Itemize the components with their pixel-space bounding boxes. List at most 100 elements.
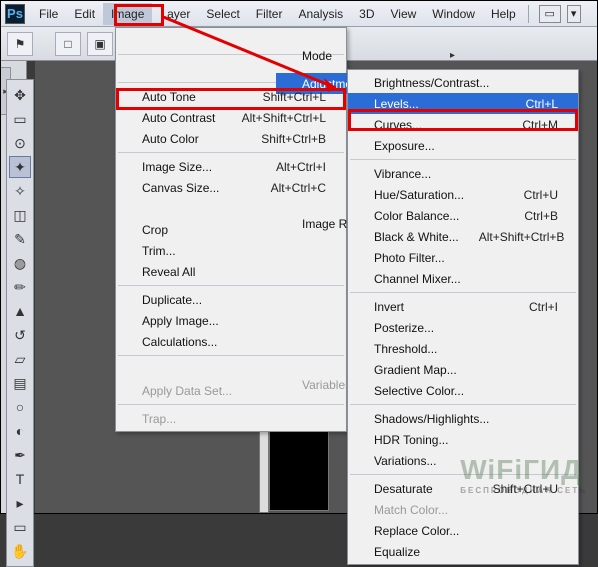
menu-adjustments-black-white[interactable]: Black & White...Alt+Shift+Ctrl+B bbox=[348, 226, 578, 247]
menu-item-shortcut: Ctrl+M bbox=[522, 118, 558, 132]
menu-adjustments-equalize[interactable]: Equalize bbox=[348, 541, 578, 562]
menu-image-auto-color[interactable]: Auto ColorShift+Ctrl+B bbox=[116, 128, 346, 149]
menu-image-trim[interactable]: Trim... bbox=[116, 240, 346, 261]
menu-image-calculations[interactable]: Calculations... bbox=[116, 331, 346, 352]
menu-adjustments-brightness-contrast[interactable]: Brightness/Contrast... bbox=[348, 72, 578, 93]
menubar-item-layer[interactable]: Layer bbox=[152, 3, 198, 25]
menu-item-shortcut: Ctrl+B bbox=[524, 209, 558, 223]
menu-adjustments-vibrance[interactable]: Vibrance... bbox=[348, 163, 578, 184]
menu-item-label: Trap... bbox=[142, 412, 326, 426]
menu-adjustments-selective-color[interactable]: Selective Color... bbox=[348, 380, 578, 401]
menu-adjustments-invert[interactable]: Invert Ctrl+I bbox=[348, 296, 578, 317]
tool-shape[interactable]: ▭ bbox=[9, 516, 31, 538]
tool-marquee[interactable]: ▭ bbox=[9, 108, 31, 130]
menu-adjustments-exposure[interactable]: Exposure... bbox=[348, 135, 578, 156]
menu-item-label: Desaturate bbox=[374, 482, 473, 496]
menu-item-label: Calculations... bbox=[142, 335, 326, 349]
menubar-item-edit[interactable]: Edit bbox=[66, 3, 103, 25]
menu-adjustments-replace-color[interactable]: Replace Color... bbox=[348, 520, 578, 541]
tool-eyedropper[interactable]: ✎ bbox=[9, 228, 31, 250]
tool-brush[interactable]: ✏ bbox=[9, 276, 31, 298]
menu-item-shortcut: Alt+Ctrl+I bbox=[276, 160, 326, 174]
menu-item-shortcut: Ctrl+U bbox=[524, 188, 558, 202]
menu-image-crop[interactable]: Crop bbox=[116, 219, 346, 240]
menu-image-image-size[interactable]: Image Size... Alt+Ctrl+I bbox=[116, 156, 346, 177]
menu-adjustments-curves[interactable]: Curves...Ctrl+M bbox=[348, 114, 578, 135]
app-logo: Ps bbox=[5, 4, 25, 24]
menu-item-label: Selective Color... bbox=[374, 384, 558, 398]
menu-adjustments-levels[interactable]: Levels...Ctrl+L bbox=[348, 93, 578, 114]
menu-item-label: Brightness/Contrast... bbox=[374, 76, 558, 90]
menu-image-trap: Trap... bbox=[116, 408, 346, 429]
menu-image-auto-contrast[interactable]: Auto ContrastAlt+Shift+Ctrl+L bbox=[116, 107, 346, 128]
menu-item-label: Invert bbox=[374, 300, 509, 314]
tool-eraser[interactable]: ▱ bbox=[9, 348, 31, 370]
menu-item-label: Apply Image... bbox=[142, 314, 326, 328]
menu-item-label: Replace Color... bbox=[374, 524, 558, 538]
tool-preset-icon[interactable]: ⚑ bbox=[7, 32, 33, 56]
menubar-item-3d[interactable]: 3D bbox=[351, 3, 382, 25]
tool-move[interactable]: ✥ bbox=[9, 84, 31, 106]
menu-item-label: Threshold... bbox=[374, 342, 558, 356]
menu-item-label: Apply Data Set... bbox=[142, 384, 326, 398]
menu-item-label: Hue/Saturation... bbox=[374, 188, 504, 202]
menu-item-shortcut: Ctrl+L bbox=[526, 97, 558, 111]
menu-item-label: Image Size... bbox=[142, 160, 256, 174]
menu-adjustments-threshold[interactable]: Threshold... bbox=[348, 338, 578, 359]
menu-adjustments-gradient-map[interactable]: Gradient Map... bbox=[348, 359, 578, 380]
tool-blur[interactable]: ○ bbox=[9, 396, 31, 418]
menubar-item-select[interactable]: Select bbox=[198, 3, 247, 25]
menu-item-shortcut: Shift+Ctrl+L bbox=[263, 90, 326, 104]
tool-wand[interactable]: ✧ bbox=[9, 180, 31, 202]
menubar: Ps FileEditImageLayerSelectFilterAnalysi… bbox=[1, 1, 597, 27]
menu-item-shortcut: Ctrl+I bbox=[529, 300, 558, 314]
menu-adjustments-hue-saturation[interactable]: Hue/Saturation... Ctrl+U bbox=[348, 184, 578, 205]
menubar-item-window[interactable]: Window bbox=[424, 3, 483, 25]
selection-add-icon[interactable]: ▣ bbox=[87, 32, 113, 56]
tool-dodge[interactable]: ◐ bbox=[9, 420, 31, 442]
menubar-item-view[interactable]: View bbox=[382, 3, 424, 25]
tool-heal[interactable]: ◍ bbox=[9, 252, 31, 274]
menu-adjustments-color-balance[interactable]: Color Balance...Ctrl+B bbox=[348, 205, 578, 226]
menu-item-label: Auto Tone bbox=[142, 90, 243, 104]
menubar-item-image[interactable]: Image bbox=[103, 3, 152, 25]
tool-crop[interactable]: ◫ bbox=[9, 204, 31, 226]
menu-adjustments-photo-filter[interactable]: Photo Filter... bbox=[348, 247, 578, 268]
menu-image-duplicate[interactable]: Duplicate... bbox=[116, 289, 346, 310]
menu-item-label: Reveal All bbox=[142, 265, 326, 279]
tool-quick-select[interactable]: ✦ bbox=[9, 156, 31, 178]
menu-adjustments-hdr-toning[interactable]: HDR Toning... bbox=[348, 429, 578, 450]
tool-path-select[interactable]: ▸ bbox=[9, 492, 31, 514]
extras-dropdown-icon[interactable]: ▾ bbox=[567, 5, 581, 23]
tool-stamp[interactable]: ▲ bbox=[9, 300, 31, 322]
menu-adjustments-channel-mixer[interactable]: Channel Mixer... bbox=[348, 268, 578, 289]
menu-item-label: Photo Filter... bbox=[374, 251, 558, 265]
menu-item-label: Canvas Size... bbox=[142, 181, 251, 195]
menubar-item-file[interactable]: File bbox=[31, 3, 66, 25]
menu-adjustments-posterize[interactable]: Posterize... bbox=[348, 317, 578, 338]
menu-adjustments-shadows-highlights[interactable]: Shadows/Highlights... bbox=[348, 408, 578, 429]
menu-item-label: Crop bbox=[142, 223, 326, 237]
tool-history-brush[interactable]: ↺ bbox=[9, 324, 31, 346]
menu-item-label: Auto Contrast bbox=[142, 111, 222, 125]
menubar-item-filter[interactable]: Filter bbox=[248, 3, 291, 25]
tool-hand[interactable]: ✋ bbox=[9, 540, 31, 562]
menu-item-label: Shadows/Highlights... bbox=[374, 412, 558, 426]
menu-item-label: Match Color... bbox=[374, 503, 558, 517]
menu-image-auto-tone[interactable]: Auto Tone Shift+Ctrl+L bbox=[116, 86, 346, 107]
menu-item-shortcut: Alt+Ctrl+C bbox=[271, 181, 326, 195]
menu-item-label: Trim... bbox=[142, 244, 326, 258]
toolbox: ✥▭⊙✦✧◫✎◍✏▲↺▱▤○◐✒T▸▭✋ bbox=[6, 79, 34, 567]
menu-image-reveal-all[interactable]: Reveal All bbox=[116, 261, 346, 282]
menubar-item-help[interactable]: Help bbox=[483, 3, 524, 25]
workspace-switcher-icon[interactable]: ▭ bbox=[539, 5, 561, 23]
tool-type[interactable]: T bbox=[9, 468, 31, 490]
selection-new-icon[interactable]: □ bbox=[55, 32, 81, 56]
menu-image-apply-image[interactable]: Apply Image... bbox=[116, 310, 346, 331]
tool-lasso[interactable]: ⊙ bbox=[9, 132, 31, 154]
menubar-item-analysis[interactable]: Analysis bbox=[290, 3, 351, 25]
watermark: WiFiГИД БЕСПРОВОДНАЯ СЕТЬ bbox=[460, 454, 587, 495]
tool-gradient[interactable]: ▤ bbox=[9, 372, 31, 394]
tool-pen[interactable]: ✒ bbox=[9, 444, 31, 466]
menu-image-canvas-size[interactable]: Canvas Size... Alt+Ctrl+C bbox=[116, 177, 346, 198]
